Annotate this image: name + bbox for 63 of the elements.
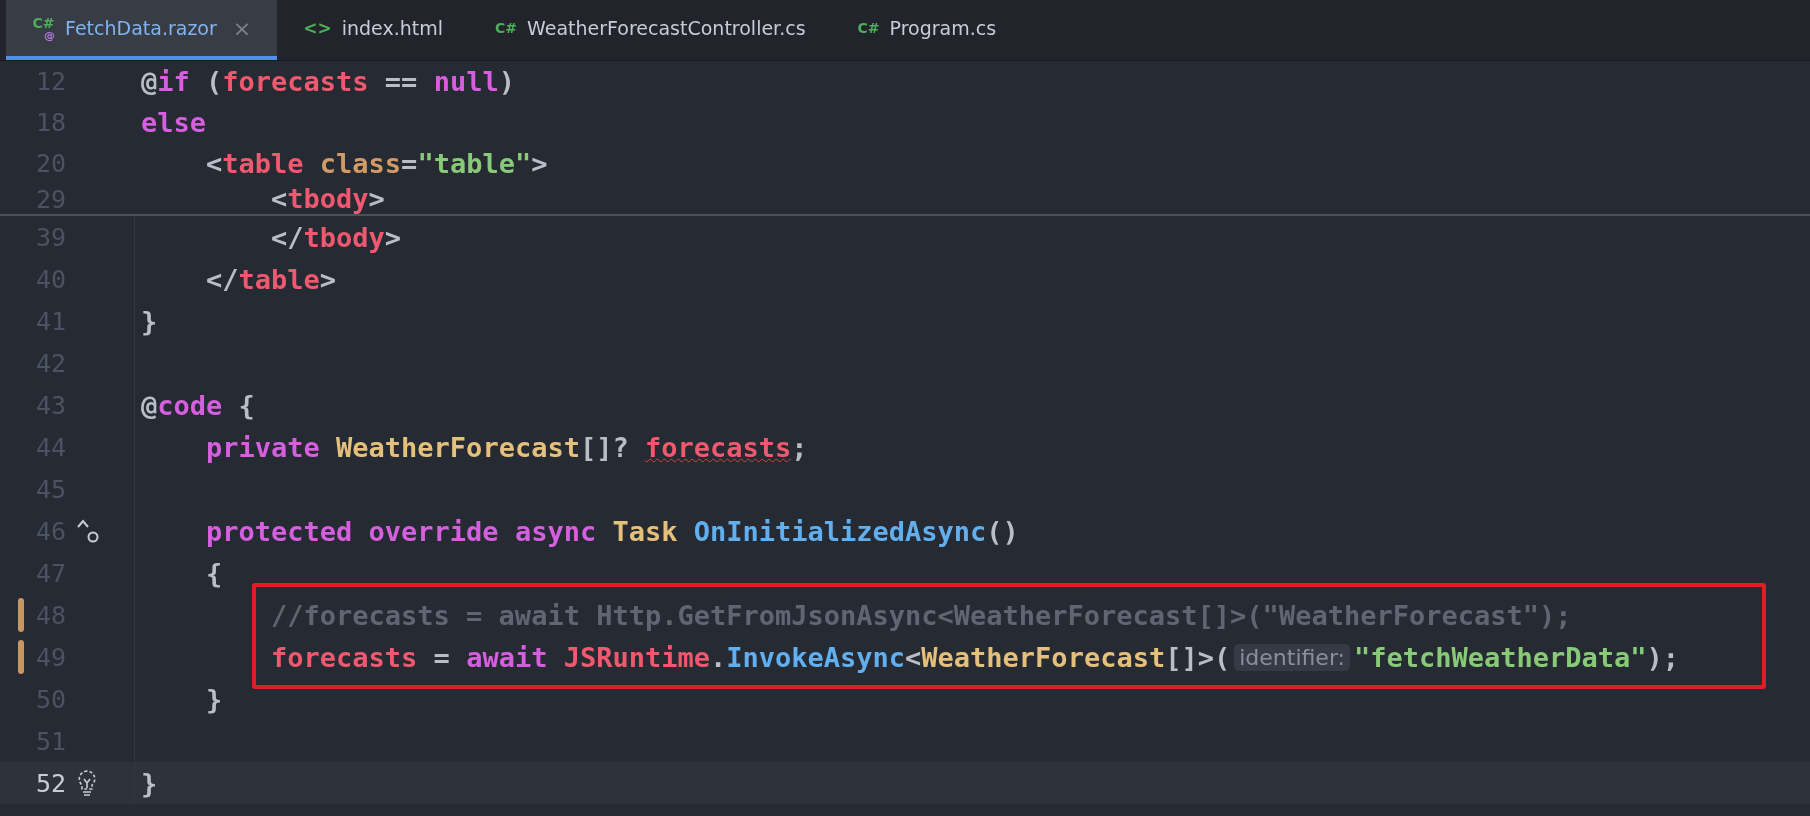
code-token: </ [270, 221, 304, 253]
lightbulb-icon[interactable] [76, 769, 98, 797]
inlay-hint: identifier: [1234, 643, 1350, 671]
code-token: if [157, 66, 190, 97]
code-token: protected [205, 515, 354, 547]
code-token: ( [205, 66, 223, 97]
code-token: ) [498, 66, 515, 97]
code-token: } [141, 767, 158, 799]
file-type-icon: C# [857, 21, 880, 35]
code-token: tbody [303, 221, 385, 253]
code-token: private [205, 431, 321, 463]
code-token: ); [1646, 641, 1680, 673]
editor-tab[interactable]: <> index.html [277, 0, 470, 60]
code-token: } [205, 683, 223, 715]
code-token: else [141, 107, 207, 138]
code-token: OnInitializedAsync [693, 515, 987, 547]
code-token: forecasts [270, 641, 418, 673]
code-token: . [710, 641, 727, 673]
code-token: { [205, 557, 223, 589]
code-token: < [205, 148, 223, 179]
code-token: forecasts [222, 66, 369, 97]
code-token: { [237, 389, 255, 421]
code-token: @ [141, 66, 158, 97]
code-token: < [270, 183, 288, 214]
code-token: code [157, 389, 223, 421]
code-token: forecasts [644, 431, 792, 463]
code-token: null [433, 66, 499, 97]
code-token: > [368, 183, 385, 214]
code-token: == [383, 66, 419, 97]
code-token: = [401, 148, 418, 179]
editor-tab[interactable]: C# WeatherForecastController.cs [469, 0, 832, 60]
code-token: () [986, 515, 1019, 547]
code-token: ; [791, 431, 808, 463]
code-token: = [432, 641, 451, 673]
code-token: table [238, 263, 320, 295]
code-token: class [318, 148, 402, 179]
file-type-icon: <> [303, 19, 332, 37]
code-token: override [368, 515, 500, 547]
code-token: WeatherForecast [336, 431, 580, 463]
file-type-icon: C# @ [32, 15, 55, 41]
code-token: "fetchWeatherData" [1353, 641, 1647, 673]
code-token: </ [205, 263, 239, 295]
code-token: []? [579, 431, 630, 463]
code-token: tbody [287, 183, 369, 214]
code-token: "table" [417, 148, 532, 179]
code-token: []>( [1165, 641, 1231, 673]
code-token: @ [141, 389, 158, 421]
code-comment: //forecasts = await Http.GetFromJsonAsync<WeatherForecast[]>("WeatherForecast"); [270, 599, 1572, 631]
code-token: > [319, 263, 337, 295]
code-token: WeatherForecast [921, 641, 1166, 673]
code-token: JSRuntime [563, 641, 710, 673]
file-type-icon: C# [495, 21, 518, 35]
code-token: table [222, 148, 304, 179]
line-number: 52 [34, 768, 66, 798]
code-token: InvokeAsync [726, 641, 906, 673]
editor-tab[interactable]: C# Program.cs [831, 0, 1023, 60]
code-token: } [141, 305, 158, 337]
code-token: > [384, 221, 402, 253]
code-token: await [466, 641, 549, 673]
code-token: > [531, 148, 548, 179]
code-token: Task [612, 515, 679, 547]
code-token: async [514, 515, 598, 547]
code-token: < [905, 641, 922, 673]
